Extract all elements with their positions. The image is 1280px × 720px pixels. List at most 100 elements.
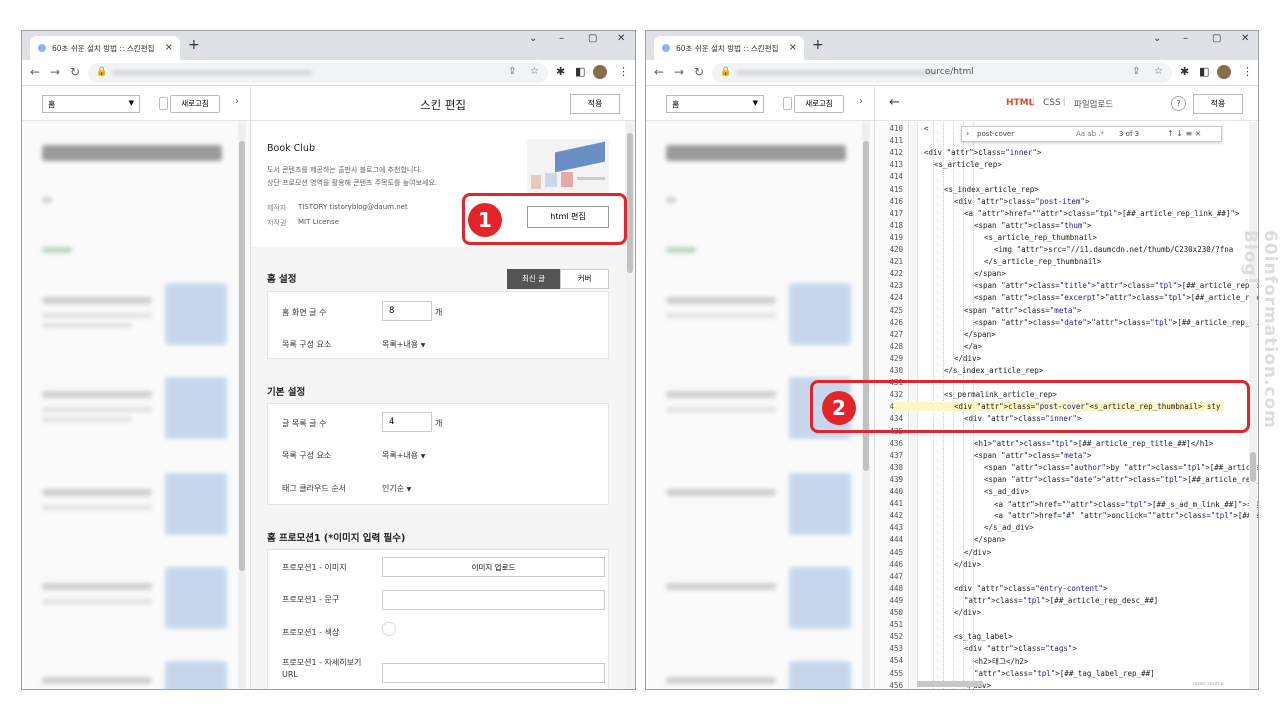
home-list-select[interactable]: 목록+내용 ▼ [382,339,425,350]
code-line[interactable]: </div> [954,354,981,363]
share-icon[interactable]: ⇪ [1132,66,1140,77]
expand-replace-icon[interactable]: › [966,129,969,138]
tab-file-upload[interactable]: 파일업로드 [1074,98,1113,110]
menu-kebab-icon[interactable]: ⋮ [1242,65,1253,78]
maximize-icon[interactable]: ▢ [1212,33,1221,44]
code-line[interactable]: <s_article_rep> [934,160,1002,169]
forward-icon[interactable]: → [674,65,684,79]
code-line[interactable]: </span> [974,269,1006,278]
basic-list-select[interactable]: 목록+내용 ▼ [382,450,425,461]
code-line[interactable]: <span "attr">class="excerpt">"attr">clas… [974,293,1258,302]
bookmark-star-icon[interactable]: ☆ [530,66,539,77]
code-line[interactable]: <div "attr">class="entry-content"> [954,584,1108,593]
preview-page-select[interactable]: 홈 ▼ [42,95,140,113]
code-line[interactable]: <s_ad_div> [984,487,1029,496]
code-line[interactable]: <s_tag_label> [954,632,1013,641]
menu-kebab-icon[interactable]: ⋮ [618,65,629,78]
minimize-icon[interactable]: – [1183,33,1188,44]
find-nav-icons[interactable]: ↑ ↓ ≡ × [1167,129,1201,138]
maximize-icon[interactable]: ▢ [588,33,597,44]
tab-search-icon[interactable]: ⌄ [1153,33,1161,44]
code-line[interactable]: </s_article_rep_thumbnail> [984,257,1101,266]
preview-page-select[interactable]: 홈 ▼ [666,95,764,113]
code-line[interactable]: </div> [954,608,981,617]
tab-html[interactable]: HTML [1006,98,1034,108]
code-line[interactable]: <span "attr">class="thum"> [974,221,1091,230]
code-line[interactable]: </span> [974,535,1006,544]
apply-button[interactable]: 적용 [570,94,620,114]
help-icon[interactable]: ? [1171,96,1186,111]
code-line[interactable]: <a "attr">href=""attr">class="tpl">[##_s… [994,499,1258,510]
code-line[interactable]: <span "attr">class="meta"> [974,451,1091,460]
promo-url-input[interactable] [382,663,605,683]
editor-scrollbar[interactable] [626,121,634,689]
preview-scrollbar[interactable] [238,121,246,689]
reload-icon[interactable]: ↻ [694,65,704,79]
code-line[interactable]: </s_index_article_rep> [944,366,1043,375]
tab-cover[interactable]: 커버 [560,269,609,289]
code-line[interactable]: </div> [954,560,981,569]
code-line[interactable]: <div "attr">class="inner"> [924,148,1041,157]
extensions-icon[interactable]: ✱ [1180,65,1189,78]
code-line[interactable]: <h1>"attr">class="tpl">[##_article_rep_t… [974,439,1213,448]
reload-icon[interactable]: ↻ [70,65,80,79]
code-line[interactable]: </span> [964,330,996,339]
address-bar[interactable]: 🔒 ource/html ⇪ ☆ [712,63,1172,83]
code-line[interactable]: <a "attr">href="#" "attr">onclick=""attr… [994,511,1258,520]
extensions-icon[interactable]: ✱ [556,65,565,78]
code-line[interactable]: <s_index_article_rep> [944,185,1039,194]
code-line[interactable]: "attr">class="tpl">[##_tag_label_rep_##] [974,669,1155,678]
close-tab-icon[interactable]: × [165,42,173,53]
tab-search-icon[interactable]: ⌄ [529,33,537,44]
back-icon[interactable]: ← [30,65,40,79]
code-line[interactable]: <div "attr">class="post-item"> [954,197,1089,206]
close-window-icon[interactable]: ✕ [1241,33,1249,44]
new-tab-button[interactable]: + [188,37,200,53]
address-bar[interactable]: 🔒 ⇪ ☆ [88,63,548,83]
code-line[interactable]: "attr">class="tpl">[##_article_rep_desc_… [964,596,1158,605]
apply-button[interactable]: 적용 [1193,94,1243,114]
promo-text-input[interactable] [382,590,605,610]
share-icon[interactable]: ⇪ [508,66,516,77]
mobile-toggle-icon[interactable] [159,97,168,110]
color-picker[interactable] [382,622,396,636]
tab-latest-posts[interactable]: 최신 글 [507,269,560,289]
tab-css[interactable]: CSS [1043,98,1061,108]
refresh-button[interactable]: 새로고침 [794,95,844,113]
browser-tab[interactable]: 60초 쉬운 설치 방법 :: 스킨편집 × [30,36,180,60]
back-icon[interactable]: ← [654,65,664,79]
refresh-button[interactable]: 새로고침 [170,95,220,113]
image-upload-button[interactable]: 이미지 업로드 [382,557,605,577]
find-widget[interactable]: › post-cover Aa ab .* 3 of 3 ↑ ↓ ≡ × [961,126,1222,142]
code-line[interactable]: </div> [964,548,991,557]
code-line[interactable]: <span "attr">class="date">"attr">class="… [974,318,1258,327]
close-window-icon[interactable]: ✕ [617,33,625,44]
find-input[interactable]: post-cover [977,130,1014,138]
code-line[interactable]: </s_ad_div> [984,523,1034,532]
collapse-preview-icon[interactable]: › [859,96,863,107]
profile-avatar[interactable] [593,65,607,79]
code-line[interactable]: <span "attr">class="meta"> [964,306,1081,315]
minimize-icon[interactable]: – [559,33,564,44]
bookmark-star-icon[interactable]: ☆ [1154,66,1163,77]
horizontal-scrollbar[interactable] [917,681,983,687]
close-tab-icon[interactable]: × [789,42,797,53]
collapse-preview-icon[interactable]: › [235,96,239,107]
browser-tab[interactable]: 60초 쉬운 설치 방법 :: 스킨편집 × [654,36,804,60]
code-line[interactable]: <span "attr">class="author">by "attr">cl… [984,463,1258,472]
side-panel-icon[interactable]: ◧ [575,65,585,78]
code-line[interactable]: < [924,124,929,133]
code-line[interactable]: <a "attr">href=""attr">class="tpl">[##_a… [964,209,1239,218]
new-tab-button[interactable]: + [812,37,824,53]
home-count-input[interactable]: 8 [382,301,432,321]
basic-count-input[interactable]: 4 [382,412,432,432]
code-line[interactable]: <s_article_rep_thumbnail> [984,233,1097,242]
profile-avatar[interactable] [1217,65,1231,79]
find-options[interactable]: Aa ab .* [1076,130,1104,138]
side-panel-icon[interactable]: ◧ [1199,65,1209,78]
tag-order-select[interactable]: 인기순 ▼ [382,483,411,494]
code-line[interactable]: </a> [964,342,982,351]
code-line[interactable]: <img "attr">src="//i1.daumcdn.net/thumb/… [994,245,1233,254]
code-scrollbar[interactable] [1249,122,1257,689]
mobile-toggle-icon[interactable] [783,97,792,110]
